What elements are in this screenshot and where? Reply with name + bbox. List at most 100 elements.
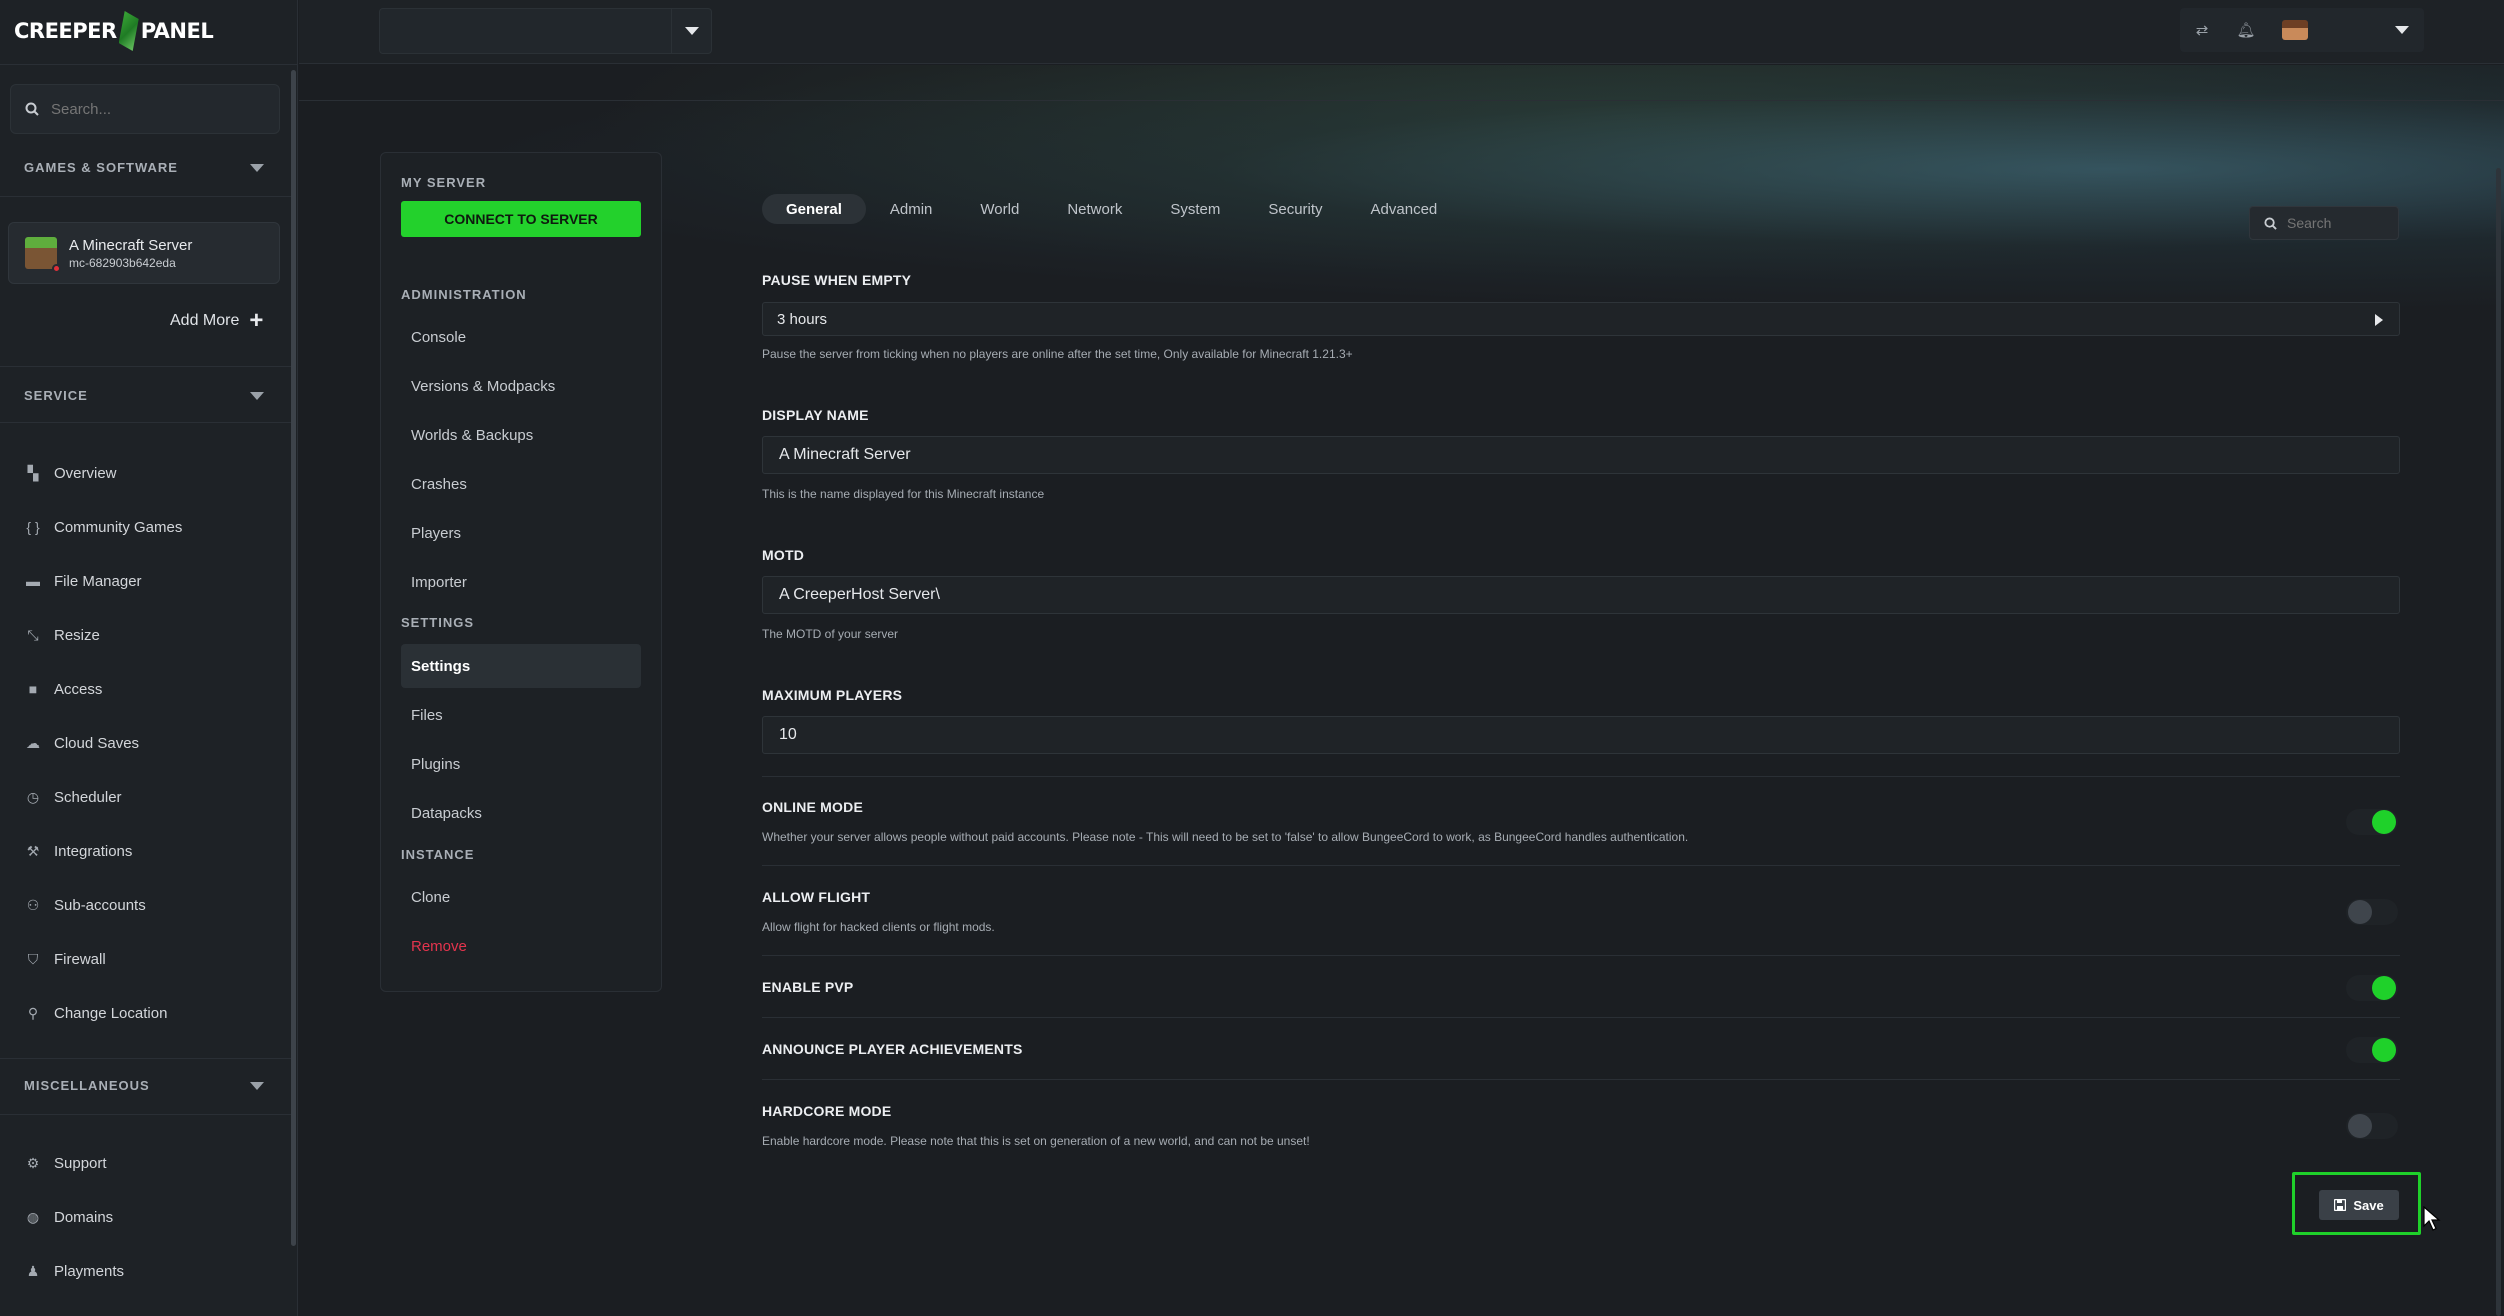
divider [762,865,2400,866]
shield-icon: ⛉ [27,950,39,967]
pause-when-empty-select[interactable]: 3 hours [762,302,2400,336]
instance-heading: INSTANCE [401,847,475,862]
sidebar-item-change-location[interactable]: ⚲ Change Location [24,986,274,1040]
divider [762,776,2400,777]
sidebar-item-cloud-saves[interactable]: ☁ Cloud Saves [24,716,274,770]
divider [0,1058,292,1059]
creeperpanel-logo[interactable]: CREEPER PANEL [14,10,214,52]
section-label: SERVICE [24,388,88,403]
menu-item-importer[interactable]: Importer [401,560,641,604]
motd-field[interactable]: A CreeperHost Server\ [762,576,2400,614]
search-icon [25,102,39,116]
section-label: MISCELLANEOUS [24,1078,150,1093]
settings-search-input[interactable] [2287,215,2387,231]
tab-system[interactable]: System [1146,194,1244,224]
section-miscellaneous[interactable]: MISCELLANEOUS [24,1078,264,1093]
sidebar-item-firewall[interactable]: ⛉ Firewall [24,932,274,986]
sidebar-item-sub-accounts[interactable]: ⚇ Sub-accounts [24,878,274,932]
menu-item-crashes[interactable]: Crashes [401,462,641,506]
chevron-down-icon [250,163,264,172]
sidebar-item-integrations[interactable]: ⚒ Integrations [24,824,274,878]
sidebar-item-access[interactable]: ■ Access [24,662,274,716]
divider [762,1017,2400,1018]
display-name-field[interactable]: A Minecraft Server [762,436,2400,474]
sidebar-item-overview[interactable]: ▚ Overview [24,446,274,500]
tab-security[interactable]: Security [1244,194,1346,224]
add-more-button[interactable]: Add More + [170,307,264,334]
connect-to-server-button[interactable]: CONNECT TO SERVER [401,201,641,237]
server-id: mc-682903b642eda [69,255,176,270]
allow-flight-toggle[interactable] [2346,899,2398,925]
divider [0,196,292,197]
section-service[interactable]: SERVICE [24,388,264,403]
menu-item-clone[interactable]: Clone [401,875,641,919]
sidebar-item-support[interactable]: ⚙ Support [24,1136,274,1190]
chevron-down-icon [2395,26,2409,34]
tab-network[interactable]: Network [1043,194,1146,224]
menu-item-console[interactable]: Console [401,315,641,359]
sidebar-item-scheduler[interactable]: ◷ Scheduler [24,770,274,824]
toggle-knob [2348,1114,2372,1138]
plus-icon: + [249,307,264,334]
avatar[interactable] [2282,20,2308,40]
online-mode-toggle[interactable] [2346,809,2398,835]
menu-item-settings[interactable]: Settings [401,644,641,688]
menu-item-files[interactable]: Files [401,693,641,737]
switch-user-icon[interactable]: ⇄ [2180,8,2224,52]
maximum-players-field[interactable]: 10 [762,716,2400,754]
caret-right-icon [2375,314,2383,326]
menu-item-worlds-backups[interactable]: Worlds & Backups [401,413,641,457]
announce-achievements-toggle[interactable] [2346,1037,2398,1063]
toggle-knob [2372,1038,2396,1062]
nav-label: Domains [54,1208,114,1226]
hardcore-mode-toggle[interactable] [2346,1113,2398,1139]
status-dot-offline [52,264,61,273]
floppy-disk-icon [2334,1199,2347,1211]
enable-pvp-toggle[interactable] [2346,975,2398,1001]
sidebar-item-file-manager[interactable]: ▬ File Manager [24,554,274,608]
nav-label: Playments [54,1262,125,1280]
pause-when-empty-label: PAUSE WHEN EMPTY [762,272,912,288]
motd-help: The MOTD of your server [762,627,899,641]
sidebar-item-domains[interactable]: ◍ Domains [24,1190,274,1244]
menu-item-datapacks[interactable]: Datapacks [401,791,641,835]
display-name-help: This is the name displayed for this Mine… [762,487,1045,501]
bell-icon[interactable]: 🔔︎ [2224,8,2268,52]
sidebar-scrollbar[interactable] [291,70,296,1246]
save-button[interactable]: Save [2319,1190,2399,1220]
sidebar-search-input[interactable] [51,100,251,118]
server-selector[interactable] [379,8,712,54]
menu-item-plugins[interactable]: Plugins [401,742,641,786]
sidebar-item-community-games[interactable]: { } Community Games [24,500,274,554]
clock-icon: ◷ [26,788,40,805]
menu-item-remove[interactable]: Remove [401,924,641,968]
server-card[interactable]: A Minecraft Server mc-682903b642eda [8,222,280,284]
divider [0,422,292,423]
main-scrollbar[interactable] [2496,168,2501,1316]
top-actions: ⇄ 🔔︎ [2180,8,2424,52]
menu-item-versions-modpacks[interactable]: Versions & Modpacks [401,364,641,408]
toggle-knob [2372,976,2396,1000]
tab-world[interactable]: World [956,194,1043,224]
brackets-icon: { } [26,519,40,535]
enable-pvp-label: ENABLE PVP [762,979,854,995]
section-games-software[interactable]: GAMES & SOFTWARE [24,160,264,175]
sidebar-item-resize[interactable]: ⤡ Resize [24,608,274,662]
tab-advanced[interactable]: Advanced [1347,194,1462,224]
sidebar-search[interactable] [10,84,280,134]
tab-general[interactable]: General [762,194,866,224]
server-selector-dropdown[interactable] [671,9,711,53]
nav-label: Firewall [54,950,106,968]
hardcore-mode-help: Enable hardcore mode. Please note that t… [762,1134,1310,1148]
account-menu-button[interactable] [2380,8,2424,52]
nav-label: Sub-accounts [54,896,146,914]
server-settings-menu: MY SERVER CONNECT TO SERVER ADMINISTRATI… [380,152,662,992]
mouse-cursor-icon [2423,1206,2441,1231]
menu-item-players[interactable]: Players [401,511,641,555]
support-icon: ⚙ [26,1154,40,1171]
settings-search[interactable] [2249,206,2399,240]
cloud-icon: ☁ [26,734,40,751]
sidebar-item-playments[interactable]: ♟ Playments [24,1244,274,1298]
tab-admin[interactable]: Admin [866,194,957,224]
save-label: Save [2353,1197,2384,1213]
